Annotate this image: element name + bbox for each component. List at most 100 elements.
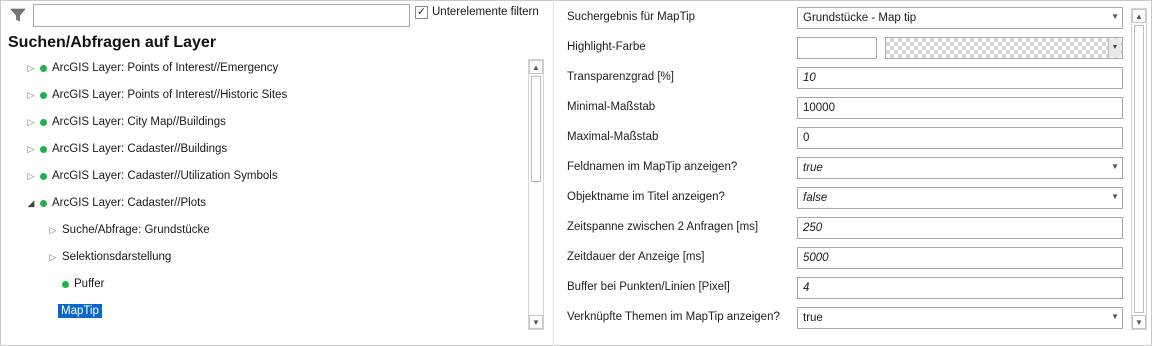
property-label: Maximal-Maßstab bbox=[567, 131, 659, 143]
tree-node-label: Suche/Abfrage: Grundstücke bbox=[62, 224, 210, 236]
property-label: Buffer bei Punkten/Linien [Pixel] bbox=[567, 281, 730, 293]
property-value: Grundstücke - Map tip bbox=[803, 12, 917, 24]
filter-input[interactable] bbox=[33, 4, 410, 27]
tree-node[interactable]: Puffer bbox=[48, 273, 104, 295]
property-row: Suchergebnis für MapTip Grundstücke - Map… bbox=[556, 3, 1126, 33]
property-value: true bbox=[803, 162, 823, 174]
chevron-down-icon[interactable]: ▼ bbox=[1111, 192, 1119, 201]
status-dot-icon bbox=[62, 280, 69, 288]
tree-node-label: Selektionsdarstellung bbox=[62, 251, 172, 263]
property-row: Objektname im Titel anzeigen? false ▼ bbox=[556, 183, 1126, 213]
tree-node-label: ArcGIS Layer: City Map//Buildings bbox=[52, 116, 226, 128]
property-value: 10 bbox=[803, 72, 816, 84]
property-value: 10000 bbox=[803, 102, 835, 114]
property-row: Zeitspanne zwischen 2 Anfragen [ms] 250 bbox=[556, 213, 1126, 243]
property-row: Maximal-Maßstab 0 bbox=[556, 123, 1126, 153]
expand-triangle-icon[interactable]: ▷ bbox=[26, 144, 36, 155]
property-value: 5000 bbox=[803, 252, 829, 264]
property-input[interactable]: 4 bbox=[797, 277, 1123, 299]
tree-node-label: MapTip bbox=[58, 304, 102, 318]
property-label: Verknüpfte Themen im MapTip anzeigen? bbox=[567, 311, 780, 323]
property-value: false bbox=[803, 192, 828, 204]
tree-node[interactable]: ▷ Selektionsdarstellung bbox=[48, 246, 172, 268]
property-input[interactable]: 5000 bbox=[797, 247, 1123, 269]
tree-scrollbar[interactable]: ▲ ▼ bbox=[528, 59, 544, 330]
properties-panel: Suchergebnis für MapTip Grundstücke - Map… bbox=[556, 0, 1152, 346]
property-dropdown[interactable]: true ▼ bbox=[797, 157, 1123, 179]
property-label: Suchergebnis für MapTip bbox=[567, 11, 696, 23]
subelements-filter-checkbox[interactable]: ✓ bbox=[415, 6, 428, 19]
property-label: Zeitdauer der Anzeige [ms] bbox=[567, 251, 705, 263]
expand-triangle-icon[interactable]: ▷ bbox=[26, 90, 36, 101]
funnel-icon[interactable] bbox=[10, 7, 26, 23]
property-input[interactable]: 250 bbox=[797, 217, 1123, 239]
expand-triangle-icon[interactable]: ▷ bbox=[26, 117, 36, 128]
status-dot-icon bbox=[40, 199, 47, 207]
scroll-up-arrow-icon[interactable]: ▲ bbox=[1132, 9, 1146, 23]
property-row: Feldnamen im MapTip anzeigen? true ▼ bbox=[556, 153, 1126, 183]
tree-node-label: ArcGIS Layer: Cadaster//Plots bbox=[52, 197, 207, 209]
tree-node[interactable]: ▷ ArcGIS Layer: Cadaster//Buildings bbox=[26, 138, 228, 160]
tree-node-label: ArcGIS Layer: Cadaster//Buildings bbox=[52, 143, 228, 155]
status-dot-icon bbox=[40, 172, 47, 180]
chevron-down-icon[interactable]: ▼ bbox=[1108, 39, 1121, 57]
layer-tree: ▷ ArcGIS Layer: Points of Interest//Emerg… bbox=[26, 57, 526, 329]
property-value: 4 bbox=[803, 282, 810, 294]
page-title: Suchen/Abfragen auf Layer bbox=[8, 34, 217, 51]
scrollbar-thumb[interactable] bbox=[1134, 25, 1144, 313]
tree-node-label: ArcGIS Layer: Points of Interest//Emerge… bbox=[52, 62, 279, 74]
layer-panel: ✓ Unterelemente filtern Suchen/Abfragen … bbox=[0, 0, 552, 346]
status-dot-icon bbox=[40, 118, 47, 126]
scroll-down-arrow-icon[interactable]: ▼ bbox=[1132, 315, 1146, 329]
property-row: Buffer bei Punkten/Linien [Pixel] 4 bbox=[556, 273, 1126, 303]
panel-divider[interactable] bbox=[553, 0, 554, 346]
expand-triangle-icon[interactable]: ▷ bbox=[48, 225, 58, 236]
property-dropdown[interactable]: false ▼ bbox=[797, 187, 1123, 209]
expand-triangle-icon[interactable]: ▷ bbox=[26, 63, 36, 74]
tree-node-label: ArcGIS Layer: Points of Interest//Histor… bbox=[52, 89, 288, 101]
property-dropdown[interactable]: Grundstücke - Map tip ▼ bbox=[797, 7, 1123, 29]
property-label: Highlight-Farbe bbox=[567, 41, 646, 53]
property-label: Transparenzgrad [%] bbox=[567, 71, 674, 83]
property-input[interactable]: 0 bbox=[797, 127, 1123, 149]
property-row: Minimal-Maßstab 10000 bbox=[556, 93, 1126, 123]
property-row: Highlight-Farbe ▼ bbox=[556, 33, 1126, 63]
chevron-down-icon[interactable]: ▼ bbox=[1111, 162, 1119, 171]
property-label: Zeitspanne zwischen 2 Anfragen [ms] bbox=[567, 221, 759, 233]
expand-triangle-icon[interactable]: ▷ bbox=[48, 252, 58, 263]
expand-triangle-icon[interactable]: ▷ bbox=[26, 171, 36, 182]
tree-node-label: Puffer bbox=[74, 278, 105, 290]
tree-node[interactable]: ▷ ArcGIS Layer: City Map//Buildings bbox=[26, 111, 226, 133]
property-value: true bbox=[803, 312, 823, 324]
tree-node[interactable]: ▷ ArcGIS Layer: Points of Interest//Emerg… bbox=[26, 57, 279, 79]
property-value: 250 bbox=[803, 222, 823, 234]
status-dot-icon bbox=[40, 64, 47, 72]
scroll-down-arrow-icon[interactable]: ▼ bbox=[529, 315, 543, 329]
chevron-down-icon[interactable]: ▼ bbox=[1111, 312, 1119, 321]
tree-node[interactable]: ▷ ArcGIS Layer: Cadaster//Utilization Sym… bbox=[26, 165, 278, 187]
property-input[interactable]: 10000 bbox=[797, 97, 1123, 119]
chevron-down-icon[interactable]: ▼ bbox=[1111, 12, 1119, 21]
highlight-color-field[interactable] bbox=[797, 37, 877, 59]
subelements-filter-label: Unterelemente filtern bbox=[432, 6, 539, 18]
tree-node[interactable]: MapTip bbox=[58, 300, 102, 322]
scrollbar-thumb[interactable] bbox=[531, 76, 541, 182]
property-label: Objektname im Titel anzeigen? bbox=[567, 191, 725, 203]
property-input[interactable]: 10 bbox=[797, 67, 1123, 89]
tree-node[interactable]: ▷ Suche/Abfrage: Grundstücke bbox=[48, 219, 210, 241]
property-row: Verknüpfte Themen im MapTip anzeigen? tru… bbox=[556, 303, 1126, 333]
scroll-up-arrow-icon[interactable]: ▲ bbox=[529, 60, 543, 74]
property-row: Transparenzgrad [%] 10 bbox=[556, 63, 1126, 93]
tree-node-label: ArcGIS Layer: Cadaster//Utilization Symb… bbox=[52, 170, 278, 182]
color-picker[interactable]: ▼ bbox=[885, 37, 1123, 59]
property-label: Feldnamen im MapTip anzeigen? bbox=[567, 161, 738, 173]
property-label: Minimal-Maßstab bbox=[567, 101, 656, 113]
tree-node[interactable]: ▷ ArcGIS Layer: Points of Interest//Histo… bbox=[26, 84, 288, 106]
property-row: Zeitdauer der Anzeige [ms] 5000 bbox=[556, 243, 1126, 273]
property-value: 0 bbox=[803, 132, 810, 144]
collapse-triangle-icon[interactable]: ◢ bbox=[26, 198, 36, 209]
properties-scrollbar[interactable]: ▲ ▼ bbox=[1131, 8, 1147, 330]
property-dropdown[interactable]: true ▼ bbox=[797, 307, 1123, 329]
status-dot-icon bbox=[40, 145, 47, 153]
tree-node[interactable]: ◢ ArcGIS Layer: Cadaster//Plots bbox=[26, 192, 207, 214]
